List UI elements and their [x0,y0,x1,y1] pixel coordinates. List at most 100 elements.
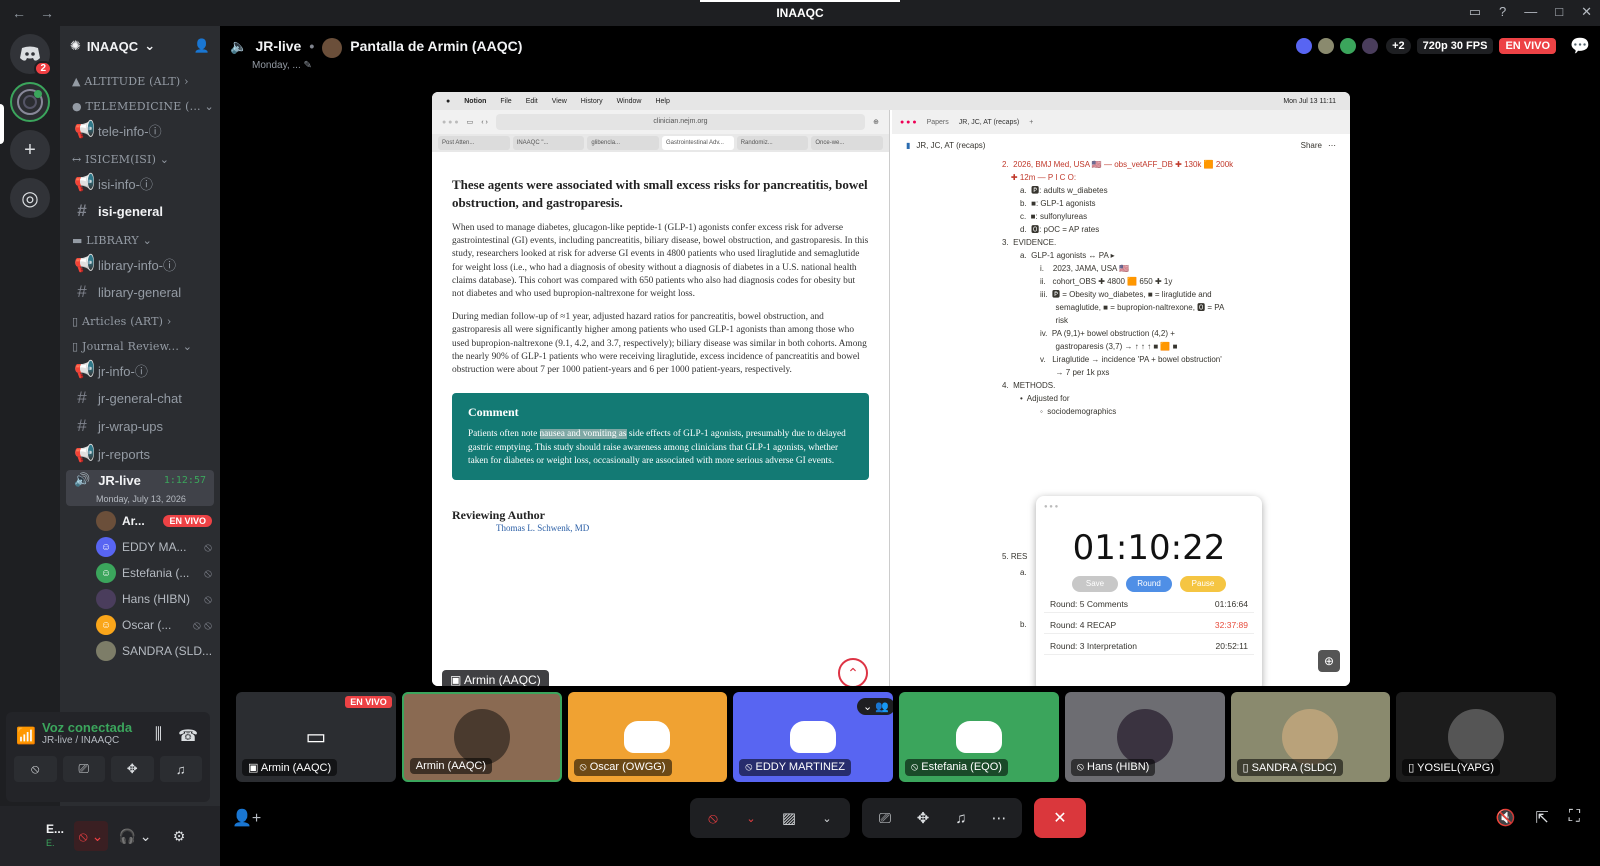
avatar [96,589,116,609]
channel-jr-general-chat[interactable]: # jr-general-chat [60,384,220,412]
chat-bubble-icon[interactable]: 💬 [1570,36,1590,56]
camera-off-button[interactable]: ⦸ [14,756,57,782]
article-paragraph: During median follow-up of ≈1 year, adju… [452,312,867,376]
voice-member[interactable]: Hans (HIBN) ⦸ [60,586,220,612]
noise-suppression-icon[interactable]: ⫼ [155,726,162,746]
hang-up-icon: ✕ [1053,810,1067,827]
participant-tile[interactable]: ▯ SANDRA (SLDC) [1230,692,1391,782]
maximize-icon[interactable]: □ [1555,4,1563,20]
voice-channel-jr-live[interactable]: 🔊 JR-live 1:12:57 Monday, July 13, 2026 [66,470,214,506]
more-options-icon[interactable]: ⋯ [984,803,1014,833]
channel-label: jr-wrap-ups [98,418,164,434]
settings-gear-icon[interactable]: ⚙ [162,821,196,851]
avatar: ☺ [96,563,116,583]
soundboard-button[interactable]: ♫ [946,803,976,833]
chevron-down-icon: ⌄ [144,38,156,53]
stage-subtitle-text: Monday, ... [252,60,301,71]
category-altitude[interactable]: ▲ ALTITUDE (ALT) › [60,66,220,91]
discover-button[interactable]: ◎ [10,178,50,218]
participant-tile-speaking[interactable]: Armin (AAQC) [401,692,562,782]
mac-menubar: ● Notion File Edit View History Window H… [432,92,1350,110]
muted-mic-icon: ⦸ [204,565,212,580]
notion-line: • Adjusted for [1020,394,1070,403]
voice-member[interactable]: ☺ Estefania (... ⦸ [60,560,220,586]
zoom-icon: ⊕ [1318,650,1340,672]
add-server-button[interactable]: + [10,130,50,170]
participant-tile[interactable]: ▯ YOSIEL(YAPG) [1396,692,1556,782]
channel-tele-info[interactable]: 📢 tele-info-ⓘ [60,116,220,144]
shared-screen[interactable]: ● Notion File Edit View History Window H… [432,92,1350,686]
voice-member[interactable]: ☺ EDDY MA... ⦸ [60,534,220,560]
window-controls: ▭ ? — □ ✕ [1469,4,1592,20]
fullscreen-icon[interactable]: ⛶ [1569,808,1580,828]
round-time: 32:37:89 [1214,620,1248,630]
sidebar-toggle-icon: ▭ [466,119,474,126]
voice-member[interactable]: ☺ Oscar (... ⦸ ⦸ [60,612,220,638]
voice-member[interactable]: SANDRA (SLD... [60,638,220,664]
browser-tab: Randomiz... [736,136,809,150]
guild-header[interactable]: ✺ INAAQC ⌄ 👤 [60,26,220,66]
camera-off-button[interactable]: ▨ [774,803,804,833]
leave-call-button[interactable]: ✕ [1034,798,1086,838]
category-telemedicine[interactable]: ● TELEMEDICINE (... ⌄ [60,91,220,116]
member-name: Ar... [122,514,145,528]
channel-jr-wrap-ups[interactable]: # jr-wrap-ups [60,412,220,440]
notion-line: 5. RES [1002,552,1028,561]
participant-tile[interactable]: ⦸ Estefania (EQO) [899,692,1059,782]
soundboard-button[interactable]: ♫ [159,756,202,782]
home-button[interactable]: 2 [10,34,52,76]
category-articles[interactable]: ▯ Articles (ART) › [60,306,220,331]
mic-options-chevron-icon[interactable]: ⌄ [736,803,766,833]
voice-channel-date: Monday, July 13, 2026 [96,494,186,504]
disconnect-icon[interactable]: ☎ [178,726,198,746]
extra-viewers-count[interactable]: +2 [1386,38,1411,54]
voice-channel-timer: 1:12:57 [163,474,206,486]
category-isicem[interactable]: ↔ ISICEM(ISI) ⌄ [60,144,220,169]
category-journal-review[interactable]: ▯ Journal Review... ⌄ [60,331,220,356]
collapse-tiles-icon[interactable]: ⌄ 👥 [857,698,893,715]
activities-button[interactable]: ✥ [908,803,938,833]
stream-title: Pantalla de Armin (AAQC) [350,38,523,54]
close-icon[interactable]: ✕ [1581,4,1592,20]
channel-isi-general[interactable]: # isi-general [60,197,220,225]
hash-icon: # [77,282,87,301]
channel-jr-info[interactable]: 📢 jr-info-ⓘ [60,356,220,384]
channel-library-general[interactable]: # library-general [60,278,220,306]
channel-library-info[interactable]: 📢 library-info-ⓘ [60,250,220,278]
edit-pencil-icon[interactable]: ✎ [304,60,312,71]
invite-to-call-icon[interactable]: 👤+ [232,808,261,828]
mic-muted-button[interactable]: ⦸ [698,803,728,833]
category-label: Journal Review... [81,340,180,353]
minimize-icon[interactable]: — [1524,4,1537,20]
volume-mute-icon[interactable]: 🔇 [1495,808,1515,828]
participant-tile[interactable]: ⦸ EDDY MARTINEZ ⌄ 👥 [733,692,893,782]
participant-tile[interactable]: ⦸ Hans (HIBN) [1064,692,1225,782]
tile-name: ⦸ EDDY MARTINEZ [739,759,851,776]
camera-options-chevron-icon[interactable]: ⌄ [812,803,842,833]
user-info[interactable]: E... E. [46,822,64,850]
headphones-button[interactable]: 🎧 ⌄ [118,821,152,851]
screen-share-button[interactable]: ⎚ [62,756,105,782]
menu-item: Edit [525,97,538,105]
participant-tile[interactable]: ⦸ Oscar (OWGG) [567,692,728,782]
activities-button[interactable]: ✥ [111,756,154,782]
notion-line: b. [1020,620,1027,629]
screen-share-button[interactable]: ⎚ [870,803,900,833]
invite-icon[interactable]: 👤 [194,38,210,54]
server-inaaqc[interactable] [10,82,50,122]
category-library[interactable]: ▬ LIBRARY ⌄ [60,225,220,250]
stage-subtitle: Monday, ... ✎ [252,60,312,71]
apple-icon: ● [446,97,451,105]
help-icon[interactable]: ? [1499,4,1506,20]
participant-video [453,709,510,765]
voice-member[interactable]: Ar... EN VIVO [60,508,220,534]
pop-out-icon[interactable]: ⇱ [1535,808,1548,828]
participant-tile[interactable]: ▭ EN VIVO ▣ Armin (AAQC) [236,692,396,782]
mac-clock: Mon Jul 13 11:11 [1283,97,1336,105]
mute-mic-button[interactable]: ⦸ ⌄ [74,821,109,851]
inbox-icon[interactable]: ▭ [1469,4,1481,20]
window-title: INAAQC [776,6,824,20]
notion-line: → 7 per 1k pxs [1040,368,1110,377]
channel-jr-reports[interactable]: 📢 jr-reports [60,440,220,468]
channel-isi-info[interactable]: 📢 isi-info-ⓘ [60,169,220,197]
